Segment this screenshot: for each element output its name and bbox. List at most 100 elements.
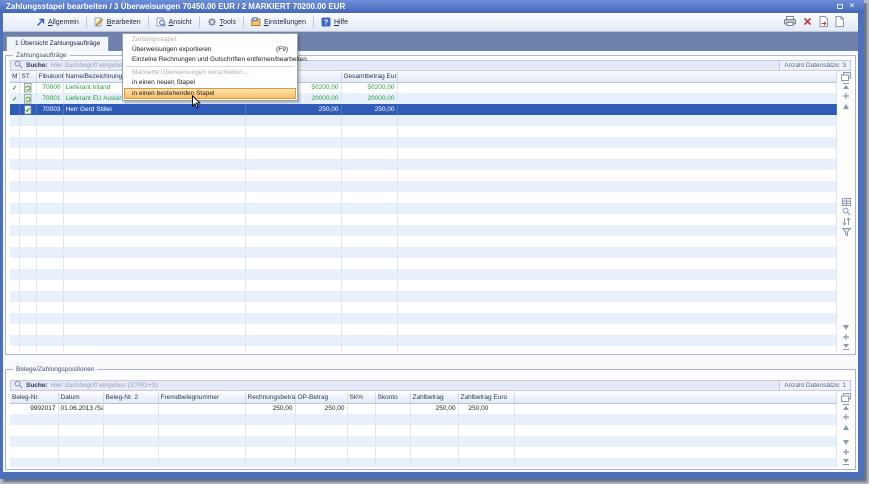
empty-row (10, 269, 837, 280)
record-count-badge: Anzahl Datensätze: 3 (779, 61, 850, 70)
empty-row (10, 192, 837, 203)
status-icon (22, 94, 34, 104)
screen: Zahlungsstapel bearbeiten / 3 Überweisun… (0, 0, 869, 484)
payments-grid-toolbar (839, 71, 853, 352)
col-zahlbetrag[interactable]: Zahlbetrag (410, 393, 458, 403)
maximize-icon[interactable] (835, 2, 845, 11)
menu-item-markierte-verschieben: Markierte Überweisungen verschieben ... (124, 68, 296, 78)
col-op-betrag[interactable]: OP-Betrag (295, 393, 347, 403)
col-datum[interactable]: Datum (58, 393, 103, 403)
add-row-icon[interactable] (841, 91, 852, 101)
menu-tools[interactable]: Tools (200, 13, 243, 32)
edit-icon (94, 17, 104, 27)
empty-row (10, 414, 837, 425)
column-chooser-icon[interactable] (841, 71, 852, 81)
col-st[interactable]: ST (19, 72, 36, 82)
menu-ansicht[interactable]: Ansicht (149, 13, 199, 32)
empty-row (10, 137, 837, 148)
document-new-icon[interactable] (835, 16, 844, 29)
menu-bar: Allgemein Bearbeiten Ansicht (3, 13, 858, 32)
arrow-up-right-icon (36, 18, 45, 27)
empty-row (10, 346, 837, 352)
col-sk[interactable]: Sk% (347, 393, 375, 403)
empty-row (10, 214, 837, 225)
grid-view-icon[interactable] (841, 197, 852, 207)
content-area: Zahlungsaufträge Suche: Hier Suchbegriff… (3, 52, 858, 472)
menu-einstellungen[interactable]: Einstellungen (244, 13, 313, 32)
menu-hilfe[interactable]: ? Hilfe (314, 13, 355, 32)
empty-row (10, 115, 837, 126)
empty-row (10, 425, 837, 436)
col-beleg-nr2[interactable]: Beleg-Nr. 2 (103, 393, 158, 403)
positions-group-label: Belege/Zahlungspositionen (13, 366, 97, 374)
col-rechnungsbetrag[interactable]: Rechnungsbetrag (245, 393, 295, 403)
col-zahlbetrag-euro[interactable]: Zahlbetrag Euro (458, 393, 514, 403)
svg-text:?: ? (324, 18, 329, 27)
empty-row (10, 436, 837, 447)
sort-icon[interactable] (841, 217, 852, 227)
tab-uebersicht-zahlungsauftraege[interactable]: 1 Übersicht Zahlungsaufträge (6, 36, 109, 51)
menu-item-in-neuen-stapel[interactable]: in einen neuen Stapel (124, 78, 296, 88)
filter-icon[interactable] (841, 227, 852, 237)
col-beleg-nr[interactable]: Beleg-Nr. (10, 393, 58, 403)
scroll-up-icon[interactable] (841, 422, 852, 432)
scroll-bottom-icon[interactable] (841, 342, 852, 352)
menu-separator (126, 66, 294, 67)
print-icon[interactable] (784, 16, 796, 28)
empty-row (10, 302, 837, 313)
col-gesamtbetrag-euro[interactable]: Gesamtbetrag Euro (341, 72, 397, 82)
payment-row-selected[interactable]: 70003 Herr Gerd Stiller 250,00 250,00 (10, 104, 837, 115)
empty-row (10, 313, 837, 324)
menu-item-zahlungsstapel: Zahlungsstapel (124, 35, 296, 45)
empty-row (10, 148, 837, 159)
menu-bearbeiten[interactable]: Bearbeiten (87, 13, 148, 32)
column-chooser-icon[interactable] (841, 392, 852, 402)
app-window: Zahlungsstapel bearbeiten / 3 Überweisun… (0, 0, 864, 479)
scroll-up-icon[interactable] (841, 101, 852, 111)
marked-check[interactable]: ✓ (10, 82, 19, 93)
empty-row (10, 258, 837, 269)
menu-allgemein[interactable]: Allgemein (29, 13, 86, 32)
empty-row (10, 447, 837, 458)
col-fremdbelegnummer[interactable]: Fremdbelegnummer (158, 393, 245, 403)
positions-table: Beleg-Nr. Datum Beleg-Nr. 2 Fremdbelegnu… (10, 393, 837, 467)
menu-item-ueberweisungen-exportieren[interactable]: Überweisungen exportieren (F9) (124, 45, 296, 55)
payments-group-label: Zahlungsaufträge (13, 52, 70, 60)
empty-row (10, 225, 837, 236)
help-icon: ? (321, 17, 331, 27)
document-export-icon[interactable] (819, 16, 828, 29)
col-skonto[interactable]: Skonto (375, 393, 410, 403)
scroll-down-icon[interactable] (841, 322, 852, 332)
delete-icon[interactable] (803, 17, 812, 28)
scroll-top-icon[interactable] (841, 81, 852, 91)
search-input[interactable]: Hier Suchbegriff eingeben (STRG+S) (51, 382, 158, 389)
window-title: Zahlungsstapel bearbeiten / 3 Überweisun… (6, 0, 345, 13)
empty-row (10, 203, 837, 214)
scroll-bottom-icon[interactable] (841, 457, 852, 467)
scroll-top-icon[interactable] (841, 402, 852, 412)
positions-search-bar[interactable]: Suche: Hier Suchbegriff eingeben (STRG+S… (10, 380, 851, 391)
empty-row (10, 458, 837, 467)
col-m[interactable]: M (10, 72, 19, 82)
add-row-icon[interactable] (841, 332, 852, 342)
mouse-cursor (191, 95, 201, 112)
marked-check[interactable]: ✓ (10, 93, 19, 104)
add-row-icon[interactable] (841, 447, 852, 457)
position-row[interactable]: 9992017 01.06.2013 /Sa 250,00 250,00 250… (10, 403, 837, 414)
view-magnifier-icon (156, 17, 166, 27)
add-row-icon[interactable] (841, 412, 852, 422)
empty-row (10, 247, 837, 258)
menu-item-in-bestehenden-stapel[interactable]: in einen bestehenden Stapel (124, 88, 296, 99)
col-filler (397, 72, 837, 82)
col-fibukonto[interactable]: Fibukonto (36, 72, 63, 82)
empty-row (10, 236, 837, 247)
scroll-down-icon[interactable] (841, 437, 852, 447)
status-check-icon (22, 105, 34, 115)
col-filler (514, 393, 837, 403)
search-grid-icon[interactable] (841, 207, 852, 217)
empty-row (10, 159, 837, 170)
empty-row (10, 170, 837, 181)
menu-item-einzelne-rechnungen-bearbeiten[interactable]: Einzelne Rechnungen und Gutschriften ent… (124, 55, 296, 65)
search-icon (14, 380, 23, 391)
close-icon[interactable]: × (847, 2, 857, 11)
